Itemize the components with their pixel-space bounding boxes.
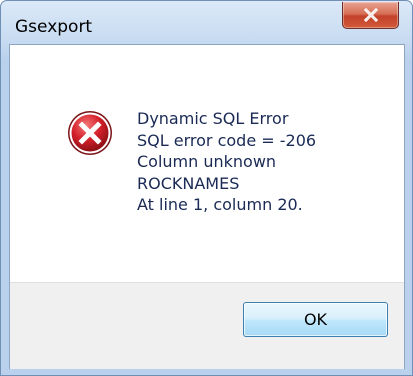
dialog-client-area: Dynamic SQL Error SQL error code = -206 … — [9, 44, 405, 369]
window-title: Gsexport — [15, 17, 93, 37]
close-button[interactable] — [342, 2, 399, 29]
title-bar[interactable]: Gsexport — [1, 1, 412, 37]
ok-button[interactable]: OK — [243, 302, 388, 337]
error-message: Dynamic SQL Error SQL error code = -206 … — [137, 108, 316, 216]
message-line: SQL error code = -206 — [137, 130, 317, 150]
message-content-area: Dynamic SQL Error SQL error code = -206 … — [10, 45, 404, 282]
message-line: Column unknown — [137, 152, 277, 171]
message-line: At line 1, column 20. — [137, 195, 303, 214]
message-line: Dynamic SQL Error — [137, 109, 289, 128]
error-icon — [68, 111, 112, 155]
button-bar: OK — [10, 282, 404, 369]
message-dialog: Gsexport Dynamic SQL Error SQL error cod… — [0, 0, 413, 376]
message-line: ROCKNAMES — [137, 173, 240, 193]
close-icon — [363, 8, 378, 22]
